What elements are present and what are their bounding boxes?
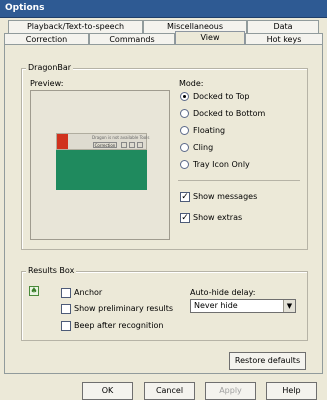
mode-option-label: Docked to Top: [193, 92, 250, 101]
dragon-logo-icon: [57, 134, 68, 149]
show-messages-label: Show messages: [193, 192, 258, 201]
checkbox-icon[interactable]: [61, 321, 71, 331]
mode-option-label: Floating: [193, 126, 226, 135]
preview-tool-icon-1: [121, 142, 127, 148]
show-extras-label: Show extras: [193, 213, 243, 222]
restore-defaults-button[interactable]: Restore defaults: [229, 352, 306, 370]
mode-label: Mode:: [179, 79, 204, 88]
window-title-bar: Options: [0, 0, 327, 18]
radio-button[interactable]: [180, 126, 189, 135]
tab-data[interactable]: Data: [247, 20, 319, 34]
mode-option-label: Docked to Bottom: [193, 109, 266, 118]
radio-button[interactable]: [180, 143, 189, 152]
radio-button[interactable]: [180, 160, 189, 169]
results-box-group-label: Results Box: [26, 266, 77, 275]
radio-button[interactable]: [180, 109, 189, 118]
mode-option-docked-bottom[interactable]: Docked to Bottom: [179, 108, 299, 120]
checkbox-icon[interactable]: [61, 304, 71, 314]
checkbox-checked-icon[interactable]: ✓: [180, 213, 190, 223]
preview-tool-icon-3: [137, 142, 143, 148]
help-button[interactable]: Help: [266, 382, 317, 400]
tab-playback-tts[interactable]: Playback/Text-to-speech: [8, 20, 143, 34]
beep-after-recognition-label: Beep after recognition: [74, 321, 164, 330]
preview-label: Preview:: [30, 79, 64, 88]
beep-after-recognition-checkbox[interactable]: Beep after recognition: [60, 320, 180, 332]
apply-button[interactable]: Apply: [205, 382, 256, 400]
radio-button[interactable]: [180, 92, 189, 101]
preview-correction-button: Correction: [93, 142, 117, 148]
show-preliminary-results-checkbox[interactable]: Show preliminary results: [60, 303, 180, 315]
mode-option-floating[interactable]: Floating: [179, 125, 299, 137]
auto-hide-delay-label: Auto-hide delay:: [190, 288, 256, 297]
mode-separator: [178, 180, 300, 181]
ok-button[interactable]: OK: [82, 382, 133, 400]
show-extras-checkbox[interactable]: ✓ Show extras: [179, 212, 299, 224]
mode-option-docked-top[interactable]: Docked to Top: [179, 91, 299, 103]
mode-option-tray-icon-only[interactable]: Tray Icon Only: [179, 159, 299, 171]
preview-dragonbar-thumbnail: Dragon is not available Tools Correction: [56, 133, 150, 150]
anchor-checkbox[interactable]: Anchor: [60, 287, 180, 299]
preview-titlebar-text: Dragon is not available Tools: [92, 135, 150, 140]
chevron-down-icon[interactable]: ▼: [283, 300, 295, 312]
cancel-button[interactable]: Cancel: [144, 382, 195, 400]
auto-hide-delay-value: Never hide: [194, 301, 238, 310]
checkbox-icon[interactable]: [61, 288, 71, 298]
checkbox-checked-icon[interactable]: ✓: [180, 192, 190, 202]
show-messages-checkbox[interactable]: ✓ Show messages: [179, 191, 299, 203]
preview-tool-icon-2: [129, 142, 135, 148]
show-preliminary-results-label: Show preliminary results: [74, 304, 174, 313]
mode-option-cling[interactable]: Cling: [179, 142, 299, 154]
results-box-icon: ♠: [29, 286, 39, 296]
preview-area: Dragon is not available Tools Correction: [30, 90, 170, 240]
dragonbar-group-label: DragonBar: [26, 63, 74, 72]
mode-option-label: Tray Icon Only: [193, 160, 250, 169]
mode-option-label: Cling: [193, 143, 214, 152]
auto-hide-delay-select[interactable]: Never hide ▼: [190, 299, 296, 313]
preview-desktop: [56, 150, 147, 190]
window-title: Options: [5, 3, 45, 13]
anchor-label: Anchor: [74, 288, 103, 297]
